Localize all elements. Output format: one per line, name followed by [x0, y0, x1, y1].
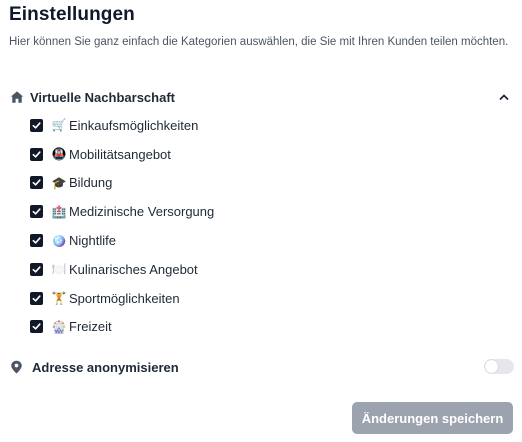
page-title: Einstellungen	[9, 4, 135, 25]
metro-icon: 🚇	[51, 147, 67, 162]
checkmark-icon	[32, 122, 41, 129]
category-label: Mobilitätsangebot	[69, 146, 171, 162]
category-checkbox[interactable]	[30, 234, 43, 248]
checkmark-icon	[32, 208, 41, 215]
anonymize-address-row: Adresse anonymisieren	[10, 356, 514, 378]
category-label: Freizeit	[69, 319, 112, 335]
toggle-knob	[485, 360, 498, 373]
checkmark-icon	[32, 323, 41, 331]
checkmark-icon	[32, 151, 41, 158]
section-header-virtuelle-nachbarschaft[interactable]: Virtuelle Nachbarschaft	[10, 86, 512, 108]
settings-page: Einstellungen Hier können Sie ganz einfa…	[0, 0, 522, 442]
section-title: Virtuelle Nachbarschaft	[30, 89, 175, 105]
location-pin-icon	[11, 360, 22, 374]
category-item-mobilitaetsangebot[interactable]: 🚇 Mobilitätsangebot	[30, 140, 214, 169]
category-checkbox[interactable]	[30, 176, 43, 190]
category-checkbox[interactable]	[30, 147, 43, 161]
category-checkbox[interactable]	[30, 320, 43, 334]
category-label: Sportmöglichkeiten	[69, 290, 180, 306]
disco-ball-icon: 🪩	[51, 233, 67, 248]
save-changes-button[interactable]: Änderungen speichern	[352, 402, 513, 434]
anonymize-address-toggle[interactable]	[484, 359, 514, 374]
ferris-wheel-icon: 🎡	[51, 319, 67, 334]
plate-cutlery-icon: 🍽️	[51, 262, 67, 277]
page-subtitle: Hier können Sie ganz einfach die Kategor…	[9, 36, 509, 48]
anonymize-address-label: Adresse anonymisieren	[32, 359, 179, 375]
category-item-sportmoeglichkeiten[interactable]: 🏋️ Sportmöglichkeiten	[30, 284, 214, 313]
checkmark-icon	[32, 266, 41, 273]
category-item-medizinische-versorgung[interactable]: 🏥 Medizinische Versorgung	[30, 197, 214, 226]
hospital-icon: 🏥	[51, 204, 67, 219]
home-icon	[10, 91, 24, 103]
category-label: Medizinische Versorgung	[69, 204, 215, 220]
checkmark-icon	[32, 295, 41, 302]
graduation-cap-icon: 🎓	[51, 175, 67, 190]
category-item-bildung[interactable]: 🎓 Bildung	[30, 169, 214, 198]
category-label: Kulinarisches Angebot	[69, 261, 198, 277]
category-label: Nightlife	[69, 233, 116, 249]
shopping-cart-icon: 🛒	[51, 118, 67, 133]
category-item-einkaufsmoeglichkeiten[interactable]: 🛒 Einkaufsmöglichkeiten	[30, 111, 214, 140]
category-item-freizeit[interactable]: 🎡 Freizeit	[30, 313, 214, 342]
category-item-kulinarisches-angebot[interactable]: 🍽️ Kulinarisches Angebot	[30, 255, 214, 284]
category-checkbox[interactable]	[30, 205, 43, 219]
category-label: Einkaufsmöglichkeiten	[69, 117, 199, 133]
category-label: Bildung	[69, 175, 113, 191]
category-item-nightlife[interactable]: 🪩 Nightlife	[30, 226, 214, 255]
category-checkbox[interactable]	[30, 118, 43, 132]
weightlifter-icon: 🏋️	[51, 291, 67, 306]
checkmark-icon	[32, 179, 41, 187]
checkmark-icon	[32, 237, 41, 244]
category-checkbox[interactable]	[30, 262, 43, 276]
category-list: 🛒 Einkaufsmöglichkeiten 🚇 Mobilitätsange…	[30, 111, 214, 341]
category-checkbox[interactable]	[30, 291, 43, 305]
chevron-up-icon[interactable]	[498, 91, 510, 103]
